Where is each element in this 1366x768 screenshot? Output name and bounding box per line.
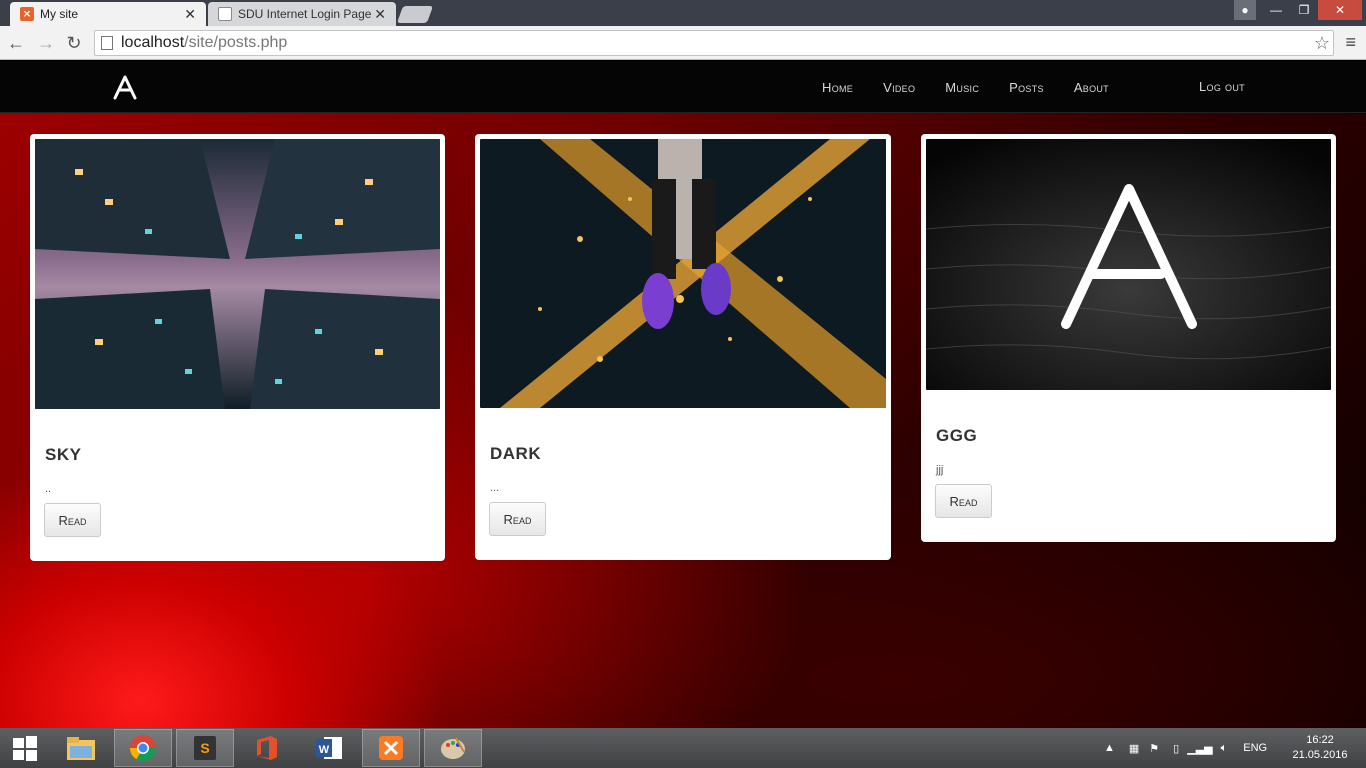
taskbar: S W ▲ ▦ ⚑ ▯ ▁▃▅ 🔈︎ ENG 16:22 21.05.2016 xyxy=(0,728,1366,768)
battery-icon[interactable]: ▯ xyxy=(1173,742,1179,755)
nav-video[interactable]: Video xyxy=(883,80,915,95)
post-card: SKY .. Read xyxy=(30,134,445,561)
forward-icon[interactable]: → xyxy=(34,31,58,55)
xampp-icon: ⨯ xyxy=(20,7,34,21)
show-hidden-icons-icon[interactable]: ▲ xyxy=(1104,742,1115,754)
post-excerpt: .. xyxy=(45,483,52,495)
back-icon[interactable]: ← xyxy=(4,31,28,55)
file-explorer-icon[interactable] xyxy=(52,729,110,767)
minimize-icon[interactable]: — xyxy=(1262,0,1290,20)
read-button[interactable]: Read xyxy=(489,502,546,536)
post-image-sky[interactable] xyxy=(35,139,440,409)
browser-toolbar: ← → ↻ localhost/site/posts.php ☆ ≡ xyxy=(0,26,1366,60)
browser-tabstrip: ⨯ My site ✕ SDU Internet Login Page ✕ ● … xyxy=(0,0,1366,26)
post-card: DARK ... Read xyxy=(475,134,891,560)
start-icon[interactable] xyxy=(0,729,50,767)
url-path: /site/posts.php xyxy=(184,34,288,51)
post-image-ggg[interactable] xyxy=(926,139,1331,390)
nav-posts[interactable]: Posts xyxy=(1009,80,1044,95)
signal-icon[interactable]: ▁▃▅ xyxy=(1187,742,1212,755)
clock-time: 16:22 xyxy=(1306,734,1334,746)
menu-icon[interactable]: ≡ xyxy=(1345,32,1356,53)
site-navbar: Home Video Music Posts About Log out xyxy=(0,61,1366,113)
reload-icon[interactable]: ↻ xyxy=(62,31,86,55)
tab-my-site[interactable]: ⨯ My site ✕ xyxy=(10,2,206,26)
word-icon[interactable]: W xyxy=(300,729,358,767)
post-title: DARK xyxy=(490,444,542,463)
flag-icon[interactable]: ⚑ xyxy=(1149,742,1159,755)
post-title: SKY xyxy=(45,445,82,464)
site-logo[interactable] xyxy=(110,73,140,101)
svg-text:W: W xyxy=(319,744,330,756)
close-window-icon[interactable]: ✕ xyxy=(1318,0,1362,20)
language-indicator[interactable]: ENG xyxy=(1243,742,1267,754)
close-tab-icon[interactable]: ✕ xyxy=(184,6,196,23)
read-button[interactable]: Read xyxy=(44,503,101,537)
chrome-icon[interactable] xyxy=(114,729,172,767)
paint-icon[interactable] xyxy=(424,729,482,767)
new-tab-button[interactable] xyxy=(396,6,434,23)
page-icon xyxy=(101,36,113,50)
restore-icon[interactable]: ❐ xyxy=(1290,0,1318,20)
nav-logout[interactable]: Log out xyxy=(1199,79,1245,94)
page-icon xyxy=(218,7,232,21)
clock-date: 21.05.2016 xyxy=(1292,749,1348,761)
read-button[interactable]: Read xyxy=(935,484,992,518)
nav-about[interactable]: About xyxy=(1074,80,1109,95)
windows-icon[interactable]: ▦ xyxy=(1129,742,1139,755)
clock[interactable]: 16:22 21.05.2016 xyxy=(1290,733,1350,763)
volume-icon[interactable]: 🔈︎ xyxy=(1221,742,1228,755)
system-tray: ▲ ▦ ⚑ ▯ ▁▃▅ 🔈︎ ENG xyxy=(1104,728,1267,768)
post-title: GGG xyxy=(936,426,978,445)
nav-music[interactable]: Music xyxy=(945,80,979,95)
bookmark-star-icon[interactable]: ☆ xyxy=(1314,33,1330,54)
nav-links: Home Video Music Posts About xyxy=(822,61,1139,113)
web-page: Home Video Music Posts About Log out SKY… xyxy=(0,61,1366,728)
office-icon[interactable] xyxy=(238,729,296,767)
nav-home[interactable]: Home xyxy=(822,80,853,95)
sublime-icon[interactable]: S xyxy=(176,729,234,767)
post-excerpt: ... xyxy=(490,482,500,494)
url-host: localhost xyxy=(121,34,185,51)
tab-label: My site xyxy=(40,7,79,21)
post-excerpt: jjj xyxy=(936,464,944,476)
tab-label: SDU Internet Login Page xyxy=(238,7,372,21)
svg-text:S: S xyxy=(200,740,209,756)
tab-sdu-login[interactable]: SDU Internet Login Page ✕ xyxy=(208,2,396,26)
address-bar[interactable]: localhost/site/posts.php xyxy=(94,30,1334,56)
close-tab-icon[interactable]: ✕ xyxy=(374,6,386,23)
post-card: GGG jjj Read xyxy=(921,134,1336,542)
user-icon[interactable]: ● xyxy=(1234,0,1256,20)
post-image-dark[interactable] xyxy=(480,139,886,408)
xampp-icon[interactable] xyxy=(362,729,420,767)
